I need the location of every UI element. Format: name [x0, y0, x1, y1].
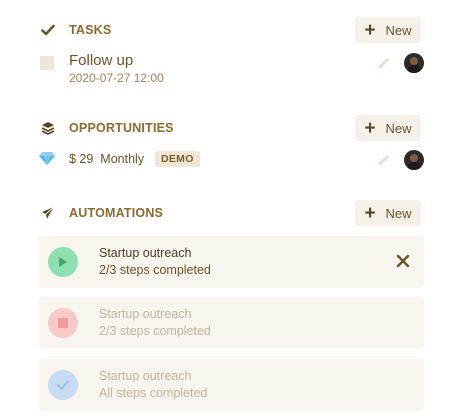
avatar[interactable] [404, 150, 424, 170]
plus-icon: + [364, 117, 376, 139]
tasks-header: TASKS + New [40, 17, 421, 43]
automation-steps: 2/3 steps completed [99, 263, 211, 277]
new-task-button[interactable]: + New [355, 17, 421, 43]
check-icon [48, 370, 78, 400]
automation-steps: 2/3 steps completed [99, 324, 211, 338]
task-date: 2020-07-27 12:00 [69, 71, 164, 85]
pencil-icon[interactable] [377, 56, 391, 70]
opportunity-price: $ 29 [69, 152, 94, 166]
paper-plane-icon [40, 205, 56, 221]
new-opportunity-label: New [385, 120, 412, 136]
plus-icon: + [364, 19, 376, 41]
new-automation-label: New [385, 205, 412, 221]
record-panel: TASKS + New Follow up 2020-07-27 12:00 O… [0, 0, 463, 419]
automation-name: Startup outreach [99, 307, 192, 321]
stop-icon[interactable] [48, 308, 78, 338]
automations-title: AUTOMATIONS [69, 206, 164, 220]
new-automation-button[interactable]: + New [355, 200, 421, 226]
layers-icon [40, 120, 56, 136]
new-opportunity-button[interactable]: + New [355, 115, 421, 141]
new-task-label: New [385, 22, 412, 38]
tasks-title: TASKS [69, 23, 112, 37]
demo-badge: DEMO [155, 151, 200, 167]
automation-name: Startup outreach [99, 369, 192, 383]
automation-card[interactable]: Startup outreach All steps completed [39, 359, 424, 411]
opportunities-header: OPPORTUNITIES + New [40, 115, 421, 141]
play-icon[interactable] [48, 247, 78, 277]
task-checkbox[interactable] [40, 56, 54, 70]
automations-header: AUTOMATIONS + New [40, 200, 421, 226]
automation-steps: All steps completed [99, 386, 208, 400]
avatar[interactable] [404, 53, 424, 73]
plus-icon: + [364, 202, 376, 224]
automation-name: Startup outreach [99, 246, 192, 260]
pencil-icon[interactable] [377, 153, 391, 167]
check-icon [40, 22, 56, 38]
diamond-icon [39, 151, 55, 165]
opportunities-title: OPPORTUNITIES [69, 121, 174, 135]
opportunity-amount[interactable]: $ 29 Monthly [69, 152, 144, 166]
task-title[interactable]: Follow up [69, 52, 133, 69]
automation-card[interactable]: Startup outreach 2/3 steps completed [39, 297, 424, 349]
automation-card[interactable]: Startup outreach 2/3 steps completed [39, 236, 424, 288]
opportunity-period: Monthly [100, 152, 145, 166]
close-icon[interactable] [396, 254, 410, 268]
